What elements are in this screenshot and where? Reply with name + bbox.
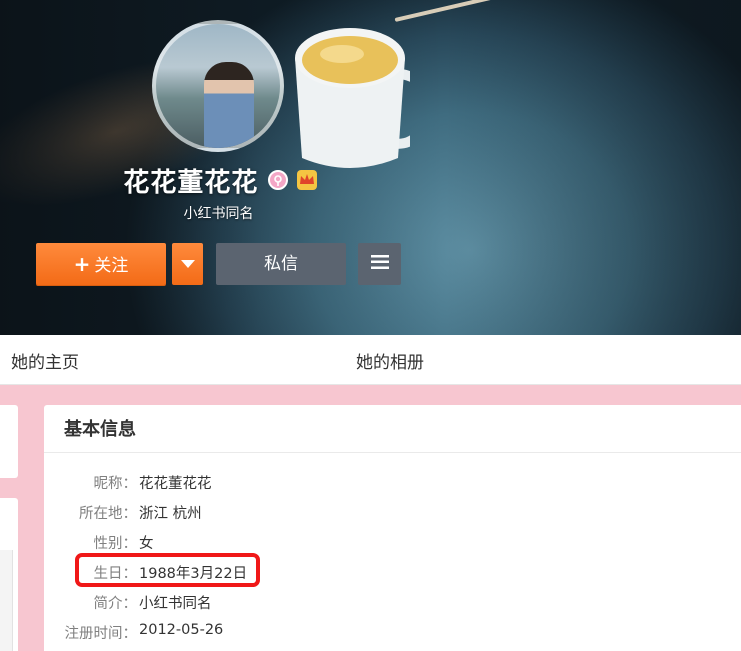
follow-button[interactable]: + 关注 <box>36 243 166 285</box>
plus-icon: + <box>73 252 91 276</box>
info-value: 小红书同名 <box>139 596 212 612</box>
info-label: 昵称： <box>93 476 138 492</box>
profile-name-row: 花花董花花 <box>0 162 440 199</box>
info-value: 花花董花花 <box>139 476 212 492</box>
tab-home[interactable]: 她的主页 <box>11 348 79 373</box>
menu-icon <box>370 255 389 269</box>
info-value: 浙江 杭州 <box>139 506 202 522</box>
info-label: 简介： <box>93 596 138 612</box>
more-menu-button[interactable] <box>358 243 401 285</box>
message-button[interactable]: 私信 <box>216 243 346 285</box>
info-row-gender: 性别： 女 <box>44 532 741 554</box>
tab-album[interactable]: 她的相册 <box>356 348 424 373</box>
coffee-cup-image <box>295 28 410 168</box>
left-panel-top <box>0 405 18 478</box>
vip-crown-icon[interactable] <box>296 169 317 190</box>
info-row-nickname: 昵称： 花花董花花 <box>44 472 741 494</box>
info-value: 女 <box>139 536 154 552</box>
profile-tabs: 她的主页 她的相册 <box>0 335 741 385</box>
info-row-registered: 注册时间： 2012-05-26 <box>44 622 741 644</box>
divider <box>44 452 741 453</box>
follow-label: 关注 <box>94 256 129 276</box>
avatar[interactable] <box>152 20 284 152</box>
info-label: 性别： <box>93 536 138 552</box>
birthday-highlight-box <box>75 553 260 587</box>
left-panel-bottom <box>0 498 18 651</box>
card-title: 基本信息 <box>64 419 136 440</box>
info-label: 所在地： <box>79 506 137 522</box>
info-label: 注册时间： <box>64 626 138 642</box>
caret-down-icon <box>180 260 195 268</box>
female-badge-icon[interactable] <box>267 169 288 190</box>
info-row-location: 所在地： 浙江 杭州 <box>44 502 741 524</box>
profile-subtitle: 小红书同名 <box>183 206 254 222</box>
basic-info-card: 基本信息 昵称： 花花董花花 所在地： 浙江 杭州 性别： 女 生日： 1988… <box>44 405 741 651</box>
info-value: 2012-05-26 <box>139 622 224 638</box>
follow-dropdown-button[interactable] <box>172 243 203 285</box>
profile-name: 花花董花花 <box>123 168 259 198</box>
info-row-bio: 简介： 小红书同名 <box>44 592 741 614</box>
